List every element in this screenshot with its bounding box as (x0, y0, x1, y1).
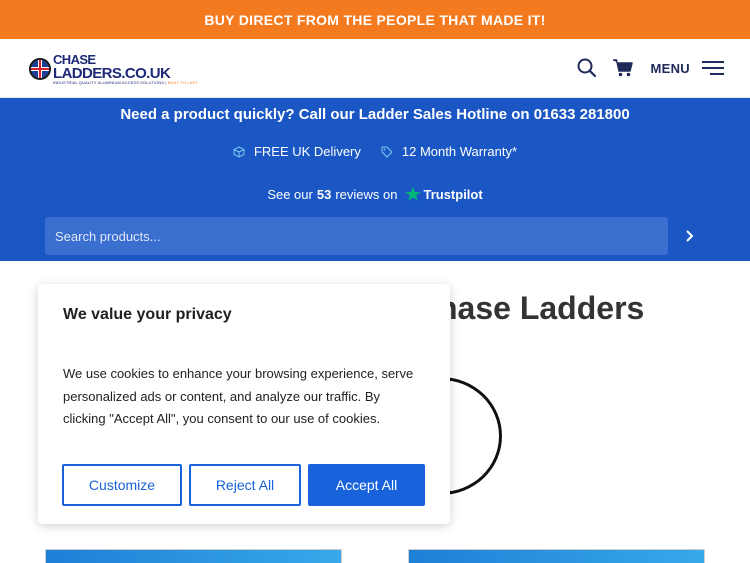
site-logo[interactable]: CHASE LADDERS.CO.UK INDUSTRIAL QUALITY A… (29, 52, 198, 86)
feature-delivery-label: FREE UK Delivery (253, 144, 361, 159)
sales-hotline[interactable]: Need a product quickly? Call our Ladder … (0, 106, 750, 123)
logo-tagline-accent: BUILT TO LAST (167, 80, 198, 85)
page-title: hase Ladders (438, 290, 645, 326)
tag-icon (381, 146, 393, 158)
header-actions: MENU (577, 58, 724, 78)
feature-warranty-label: 12 Month Warranty* (401, 144, 518, 159)
box-icon (233, 145, 245, 158)
trustpilot-reviews[interactable]: See our 53 reviews on Trustpilot (0, 186, 750, 202)
feature-warranty: 12 Month Warranty* (381, 144, 517, 159)
logo-line2: LADDERS.CO.UK (53, 65, 171, 82)
reviews-prefix: See our (267, 186, 313, 202)
cookie-title: We value your privacy (63, 306, 232, 323)
reviews-suffix: reviews on (335, 186, 398, 202)
trustpilot-wordmark: Trustpilot (423, 186, 483, 202)
trustpilot-star-icon (405, 186, 422, 201)
hero-section: Need a product quickly? Call our Ladder … (0, 98, 750, 261)
logo-tagline-main: INDUSTRIAL QUALITY ALUMINIUM ACCESS SOLU… (53, 80, 165, 85)
hamburger-icon[interactable] (702, 60, 724, 76)
cart-icon[interactable] (612, 59, 633, 77)
product-card-1[interactable] (45, 549, 342, 563)
cookie-text: We use cookies to enhance your browsing … (63, 366, 414, 426)
reviews-count: 53 (316, 186, 332, 202)
product-card-2[interactable] (408, 549, 705, 563)
logo-text: CHASE LADDERS.CO.UK INDUSTRIAL QUALITY A… (53, 53, 198, 85)
menu-label[interactable]: MENU (651, 61, 690, 76)
search-icon[interactable] (577, 58, 597, 78)
union-flag-icon (29, 58, 51, 80)
site-header: CHASE LADDERS.CO.UK INDUSTRIAL QUALITY A… (0, 39, 750, 98)
promo-banner: BUY DIRECT FROM THE PEOPLE THAT MADE IT! (0, 0, 750, 39)
cookie-consent-dialog: We value your privacy We use cookies to … (38, 284, 450, 524)
customize-button[interactable]: Customize (62, 464, 182, 506)
logo-tagline: INDUSTRIAL QUALITY ALUMINIUM ACCESS SOLU… (53, 80, 198, 85)
feature-list: FREE UK Delivery 12 Month Warranty* (0, 144, 750, 159)
search-input[interactable]: Search products... (45, 217, 668, 255)
search-submit-button[interactable] (680, 226, 700, 246)
feature-delivery: FREE UK Delivery (233, 144, 361, 159)
accept-all-button[interactable]: Accept All (308, 464, 425, 506)
chevron-right-icon (686, 230, 694, 242)
reject-all-button[interactable]: Reject All (189, 464, 301, 506)
